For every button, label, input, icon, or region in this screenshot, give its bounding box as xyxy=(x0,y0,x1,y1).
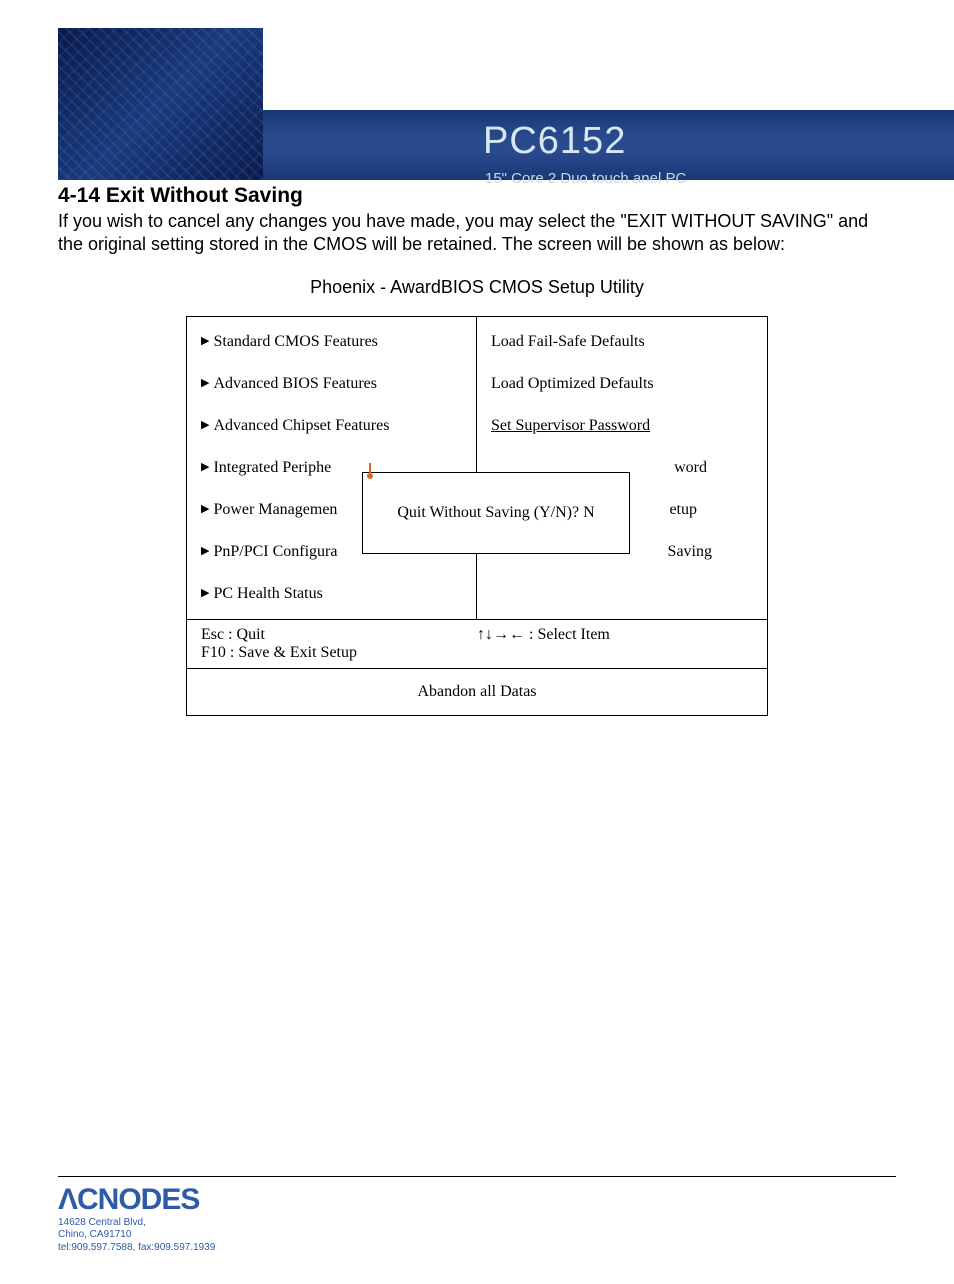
bios-item-load-failsafe[interactable]: Load Fail-Safe Defaults xyxy=(477,321,767,363)
bios-caption: Phoenix - AwardBIOS CMOS Setup Utility xyxy=(58,277,896,298)
bios-footer-hint: Abandon all Datas xyxy=(187,668,767,715)
content-area: 4-14 Exit Without Saving If you wish to … xyxy=(0,184,954,756)
page-header: PC6152 15" Core 2 Duo touch anel PC xyxy=(0,0,954,180)
footer-divider xyxy=(58,1176,896,1177)
footer-address: 14628 Central Blvd, Chino, CA91710 tel:9… xyxy=(58,1217,896,1255)
footer-address-line1: 14628 Central Blvd, xyxy=(58,1217,896,1230)
bios-screen: Standard CMOS Features Advanced BIOS Fea… xyxy=(186,316,768,716)
bios-hotkeys-right: ↑↓→← : Select Item xyxy=(477,626,753,662)
section-body: If you wish to cancel any changes you ha… xyxy=(58,210,896,257)
bios-item-advanced-bios[interactable]: Advanced BIOS Features xyxy=(187,363,476,405)
bios-hotkeys-left: Esc : Quit F10 : Save & Exit Setup xyxy=(201,626,477,662)
bios-right-column: Load Fail-Safe Defaults Load Optimized D… xyxy=(477,317,767,619)
bios-item-standard-cmos[interactable]: Standard CMOS Features xyxy=(187,321,476,363)
page-footer: ΛCNODES 14628 Central Blvd, Chino, CA917… xyxy=(0,1176,954,1284)
bios-menu-grid: Standard CMOS Features Advanced BIOS Fea… xyxy=(187,317,767,619)
hotkey-esc-quit: Esc : Quit xyxy=(201,626,477,644)
bios-item-load-optimized[interactable]: Load Optimized Defaults xyxy=(477,363,767,405)
hotkey-arrows-select: ↑↓→← : Select Item xyxy=(477,626,753,644)
header-banner: PC6152 15" Core 2 Duo touch anel PC xyxy=(263,28,954,180)
footer-address-line2: Chino, CA91710 xyxy=(58,1229,896,1242)
bios-left-column: Standard CMOS Features Advanced BIOS Fea… xyxy=(187,317,477,619)
section-heading: 4-14 Exit Without Saving xyxy=(58,184,896,208)
hotkey-f10-save: F10 : Save & Exit Setup xyxy=(201,644,477,662)
product-subtitle: 15" Core 2 Duo touch anel PC xyxy=(485,170,686,187)
bios-hotkeys-row: Esc : Quit F10 : Save & Exit Setup ↑↓→← … xyxy=(187,619,767,668)
footer-logo: ΛCNODES xyxy=(58,1183,896,1217)
logo-text: CNODES xyxy=(77,1183,199,1216)
bios-item-pc-health[interactable]: PC Health Status xyxy=(187,573,476,615)
product-title: PC6152 xyxy=(483,120,626,163)
bios-item-blank xyxy=(477,573,767,597)
bios-item-advanced-chipset[interactable]: Advanced Chipset Features xyxy=(187,405,476,447)
cursor-mark-icon xyxy=(367,463,377,481)
bios-dialog-text: Quit Without Saving (Y/N)? N xyxy=(397,504,594,522)
header-circuit-image xyxy=(58,28,263,180)
acnodes-logo-icon: ΛCNODES xyxy=(58,1183,199,1217)
footer-address-line3: tel:909.597.7588, fax:909.597.1939 xyxy=(58,1242,896,1255)
bios-item-supervisor-password[interactable]: Set Supervisor Password xyxy=(477,405,767,447)
bios-quit-dialog[interactable]: Quit Without Saving (Y/N)? N xyxy=(362,472,630,554)
